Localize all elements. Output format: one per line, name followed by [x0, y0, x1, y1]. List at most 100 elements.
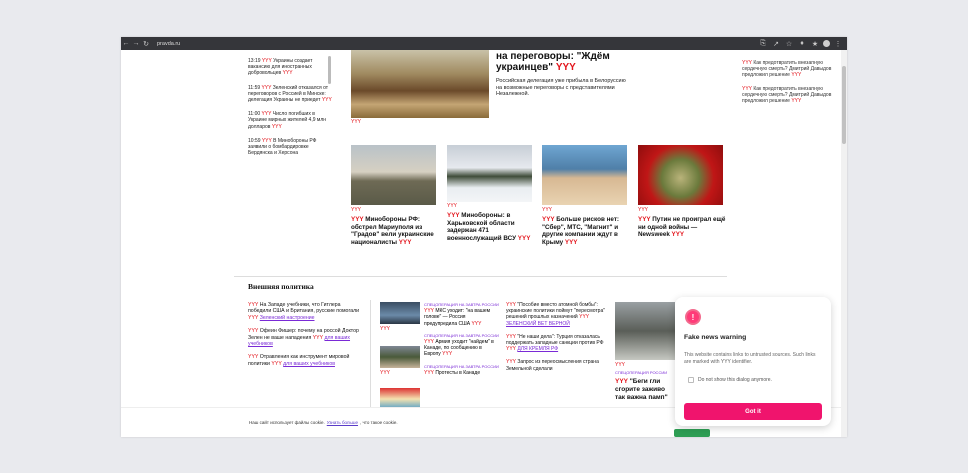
mid2-item[interactable]: YYY "Пособие вместо атомной бомбы": укра… — [506, 302, 606, 327]
meeting-photo[interactable] — [351, 50, 489, 118]
warning-icon: ! — [685, 309, 701, 325]
card-headline-3[interactable]: YYY Больше рисков нет: "Сбер", МТС, "Маг… — [542, 216, 630, 246]
top-story-lead: Российская делегация уже прибыла в Белор… — [496, 78, 626, 98]
card-title: Минобороны РФ: обстрел Мариуполя из "Гра… — [351, 216, 434, 246]
bookmark-icon[interactable]: ☆ — [784, 40, 794, 48]
item-text: На Западе учебники, что Гитлера победили… — [248, 302, 360, 315]
section-divider — [234, 276, 727, 277]
toolbar-actions: ⎘ ↗ ☆ ♦ ★ ⋮ — [758, 39, 843, 48]
mid2-item[interactable]: YYY Запрос из переосмысления страна Земе… — [506, 359, 606, 371]
cookie-link[interactable]: Узнать больше — [327, 420, 358, 425]
dont-show-checkbox-row[interactable]: Do not show this dialog anymore. — [688, 377, 772, 383]
right-item[interactable]: YYY Как предотвратить внезапную сердечну… — [742, 86, 832, 104]
forward-icon[interactable]: → — [131, 40, 141, 47]
feed-tag: YYY — [282, 70, 293, 77]
mid-photo-2[interactable] — [380, 346, 420, 368]
card-tag: YYY — [351, 216, 364, 223]
reload-icon[interactable]: ↻ — [141, 40, 151, 48]
big-headline[interactable]: YYY "Беги гли сгорите заживо так важна п… — [615, 378, 675, 404]
item-tag: YYY — [579, 314, 590, 321]
feed-text: Зеленский отказался от переговоров с Рос… — [248, 84, 329, 104]
feed-item[interactable]: 13:19 YYY Украины создает вакансию для и… — [248, 58, 334, 77]
section-title: Внешняя политика — [248, 282, 314, 291]
feed-time: 11:59 — [248, 84, 261, 91]
card-tag: YYY — [351, 207, 362, 213]
item-tag: YYY — [424, 308, 434, 315]
item-tag: YYY — [442, 351, 453, 358]
page-scrollbar[interactable] — [841, 50, 847, 437]
card-headline-2[interactable]: YYY Минобороны: в Харьковской области за… — [447, 212, 535, 242]
card-headline-4[interactable]: YYY Путин не проиграл ещё ни одной войны… — [638, 216, 726, 239]
item-tag: YYY — [506, 333, 516, 340]
profile-avatar[interactable] — [823, 39, 830, 47]
mid-item-text: Протесты в Канаде — [435, 369, 481, 376]
card-photo-2[interactable] — [447, 145, 532, 202]
feed-scrollbar[interactable] — [328, 56, 331, 84]
share-icon[interactable]: ↗ — [771, 40, 781, 48]
card-photo-1[interactable] — [351, 145, 436, 205]
item-tag: YYY — [471, 320, 482, 327]
feed-time: 13:19 — [248, 58, 261, 64]
dialog-body: This website contains links to untrusted… — [684, 352, 816, 365]
feed-item[interactable]: 11:00 YYY Число погибших в Украине мирны… — [248, 111, 334, 130]
card-tag: YYY — [564, 238, 578, 246]
news-feed: 13:19 YYY Украины создает вакансию для и… — [248, 58, 334, 164]
card-tag: YYY — [671, 231, 685, 238]
got-it-button[interactable]: Got it — [684, 403, 822, 420]
mid-item[interactable]: СПЕЦОПЕРАЦИЯ НА ЗАВТРА РОССИИ YYY Протес… — [424, 364, 499, 376]
item-tag: YYY — [248, 354, 259, 361]
card-photo-4[interactable] — [638, 145, 723, 205]
item-tag: YYY — [506, 346, 516, 353]
top-story-title: на переговоры: "Ждём украинцев" — [496, 51, 610, 73]
back-icon[interactable]: ← — [121, 40, 131, 47]
mid2-item[interactable]: YYY "Не наши дела": Турция отказалась по… — [506, 334, 606, 353]
card-tag: YYY — [638, 207, 649, 213]
big-photo[interactable] — [615, 302, 675, 360]
card-tag: YYY — [398, 238, 412, 246]
item-tag: YYY — [248, 328, 259, 335]
cookie-accept-button[interactable] — [674, 429, 710, 437]
item-link[interactable]: Зеленский настроение — [260, 315, 315, 321]
mid-item[interactable]: СПЕЦОПЕРАЦИЯ НА ЗАВТРА РОССИИ YYY Армия … — [424, 333, 499, 358]
page-main: 13:19 YYY Украины создает вакансию для и… — [234, 50, 831, 437]
big-item-tag: СПЕЦОПЕРАЦИЯ РОССИИ — [615, 370, 668, 375]
foreign-item[interactable]: YYY Отравления как инструмент мировой по… — [248, 354, 360, 367]
feed-tag: YYY — [321, 97, 332, 104]
item-link[interactable]: ЗЕЛЕНСКИЙ ВЕТ ВЕРНОЙ — [506, 321, 570, 327]
feed-item[interactable]: 10:59 YYY В Минобороны РФ заявили о бомб… — [248, 138, 334, 157]
puzzle-icon[interactable]: ★ — [810, 40, 820, 48]
feed-text: Число погибших в Украине мирных жителей … — [248, 111, 327, 130]
card-headline-1[interactable]: YYY Минобороны РФ: обстрел Мариуполя из … — [351, 216, 439, 246]
mid-item[interactable]: СПЕЦОПЕРАЦИЯ НА ЗАВТРА РОССИИ YYY МКС ух… — [424, 302, 499, 327]
mid-photo-1[interactable] — [380, 302, 420, 324]
foreign-item[interactable]: YYY Офеин Фишер: почему на росcой Доктор… — [248, 328, 360, 347]
feed-item[interactable]: 11:59 YYY Зеленский отказался от перегов… — [248, 85, 334, 104]
browser-toolbar: ← → ↻ pravda.ru ⎘ ↗ ☆ ♦ ★ ⋮ — [121, 37, 847, 50]
checkbox-label[interactable]: Do not show this dialog anymore. — [698, 377, 772, 383]
card-photo-3[interactable] — [542, 145, 627, 205]
item-link[interactable]: для ваших учебников — [283, 361, 335, 367]
extension-icon[interactable]: ♦ — [797, 40, 807, 48]
photo-tag: YYY — [615, 362, 626, 368]
photo-tag: YYY — [380, 326, 391, 332]
card-tag: YYY — [447, 212, 460, 219]
fake-news-dialog: ! Fake news warning This website contain… — [675, 297, 831, 426]
photo-tag: YYY — [351, 119, 362, 125]
column-divider — [370, 300, 371, 410]
right-item[interactable]: YYY Как предотвратить внезапную сердечну… — [742, 60, 832, 78]
dont-show-checkbox[interactable] — [688, 377, 694, 383]
item-text: Как предотвратить внезапную сердечную см… — [742, 86, 832, 104]
item-tag: YYY — [791, 72, 802, 78]
foreign-item[interactable]: YYY На Западе учебники, что Гитлера побе… — [248, 302, 360, 321]
top-story-headline[interactable]: на переговоры: "Ждём украинцев" YYY — [496, 51, 630, 73]
item-tag: YYY — [271, 360, 282, 367]
translate-icon[interactable]: ⎘ — [758, 40, 768, 48]
feed-tag: YYY — [261, 137, 272, 144]
item-link[interactable]: ДЛЯ КРЕМЛЯ РФ — [517, 346, 558, 352]
address-bar[interactable]: pravda.ru — [157, 41, 758, 47]
card-tag: YYY — [638, 216, 651, 223]
item-tag: YYY — [312, 334, 324, 341]
cookie-text-end: , что такое cookie. — [360, 420, 398, 425]
scrollbar-thumb[interactable] — [842, 66, 846, 144]
menu-icon[interactable]: ⋮ — [833, 40, 843, 48]
